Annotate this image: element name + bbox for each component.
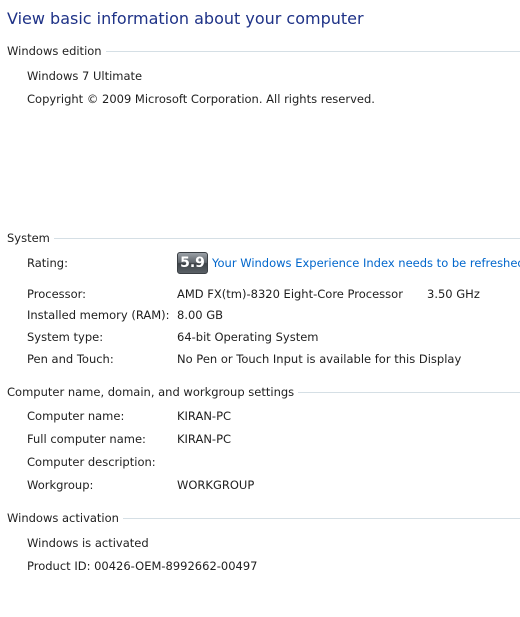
workgroup-label: Workgroup: xyxy=(27,478,94,492)
full-computer-name-label: Full computer name: xyxy=(27,432,146,446)
section-divider xyxy=(298,392,520,393)
workgroup-row: Workgroup: WORKGROUP xyxy=(27,478,520,494)
activation-status: Windows is activated xyxy=(27,536,149,550)
pen-touch-row: Pen and Touch: No Pen or Touch Input is … xyxy=(27,352,520,368)
product-id: Product ID: 00426-OEM-8992662-00497 xyxy=(27,559,258,573)
section-windows-activation: Windows activation xyxy=(7,511,520,525)
rating-row: Rating: 5.9 Your Windows Experience Inde… xyxy=(27,252,520,274)
system-type-value: 64-bit Operating System xyxy=(177,330,319,344)
section-divider xyxy=(122,518,520,519)
computer-description-label: Computer description: xyxy=(27,455,156,469)
computer-name-row: Computer name: KIRAN-PC xyxy=(27,409,520,425)
section-header-label: System xyxy=(7,231,50,245)
edition-name: Windows 7 Ultimate xyxy=(27,69,143,83)
processor-value: AMD FX(tm)-8320 Eight-Core Processor xyxy=(177,287,403,301)
section-header-label: Windows activation xyxy=(7,511,119,525)
full-computer-name-value: KIRAN-PC xyxy=(177,432,232,446)
page-title: View basic information about your comput… xyxy=(7,9,364,28)
processor-row: Processor: AMD FX(tm)-8320 Eight-Core Pr… xyxy=(27,287,520,303)
copyright-text: Copyright © 2009 Microsoft Corporation. … xyxy=(27,92,375,106)
section-system: System xyxy=(7,231,520,245)
memory-label: Installed memory (RAM): xyxy=(27,308,170,322)
system-type-row: System type: 64-bit Operating System xyxy=(27,330,520,346)
memory-value: 8.00 GB xyxy=(177,308,224,322)
pen-touch-value: No Pen or Touch Input is available for t… xyxy=(177,352,462,366)
pen-touch-label: Pen and Touch: xyxy=(27,352,114,366)
rating-label: Rating: xyxy=(27,256,68,270)
section-divider xyxy=(53,238,520,239)
processor-speed: 3.50 GHz xyxy=(427,287,480,301)
system-type-label: System type: xyxy=(27,330,104,344)
section-windows-edition: Windows edition xyxy=(7,44,520,58)
wei-score-badge[interactable]: 5.9 xyxy=(177,252,208,274)
section-header-label: Computer name, domain, and workgroup set… xyxy=(7,385,295,399)
processor-label: Processor: xyxy=(27,287,87,301)
section-divider xyxy=(105,51,520,52)
section-header-label: Windows edition xyxy=(7,44,102,58)
workgroup-value: WORKGROUP xyxy=(177,478,255,492)
section-computer-name: Computer name, domain, and workgroup set… xyxy=(7,385,520,399)
computer-description-row: Computer description: xyxy=(27,455,520,471)
computer-name-value: KIRAN-PC xyxy=(177,409,232,423)
full-computer-name-row: Full computer name: KIRAN-PC xyxy=(27,432,520,448)
computer-name-label: Computer name: xyxy=(27,409,125,423)
wei-refresh-link[interactable]: Your Windows Experience Index needs to b… xyxy=(212,256,520,270)
memory-row: Installed memory (RAM): 8.00 GB xyxy=(27,308,520,324)
